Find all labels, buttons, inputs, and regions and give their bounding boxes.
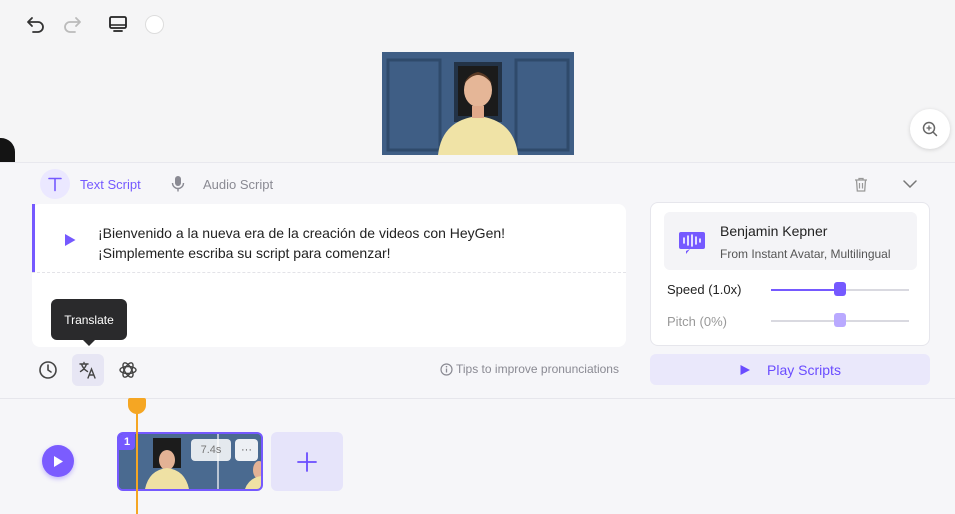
voice-selector[interactable]: Benjamin Kepner From Instant Avatar, Mul… (664, 212, 917, 270)
info-icon (440, 362, 453, 376)
text-icon (40, 169, 70, 199)
editor-divider (32, 272, 626, 273)
play-scripts-label: Play Scripts (767, 361, 841, 378)
video-preview[interactable] (382, 52, 574, 155)
redo-icon[interactable] (60, 12, 84, 36)
zoom-in-icon (922, 121, 938, 137)
speed-slider[interactable] (771, 282, 909, 296)
scene-clip[interactable]: 1 7.4s ··· (117, 432, 263, 491)
pitch-label: Pitch (0%) (667, 314, 727, 329)
clock-icon[interactable] (32, 354, 64, 386)
microphone-icon (163, 169, 193, 199)
active-line-indicator (32, 204, 35, 272)
timeline: 1 7.4s ··· (0, 398, 955, 514)
tab-label: Audio Script (203, 176, 274, 192)
avatar-preview-image (382, 52, 574, 155)
playhead-line (136, 405, 138, 514)
timeline-play-button[interactable] (42, 445, 74, 477)
voice-source: From Instant Avatar, Multilingual (720, 247, 891, 261)
play-icon (54, 455, 63, 467)
translate-tooltip: Translate (51, 299, 127, 346)
add-scene-button[interactable] (271, 432, 343, 491)
voice-name: Benjamin Kepner (720, 223, 828, 239)
script-text[interactable]: ¡Bienvenido a la nueva era de la creació… (98, 223, 618, 263)
play-icon (740, 364, 751, 375)
background-color-swatch[interactable] (142, 12, 166, 36)
tips-label: Tips to improve pronunciations (456, 362, 619, 376)
translate-icon[interactable] (72, 354, 104, 386)
voice-waveform-icon (678, 230, 706, 259)
pronunciation-tips-link[interactable]: Tips to improve pronunciations (440, 362, 619, 376)
canvas-area (0, 0, 955, 162)
voice-settings-card: Benjamin Kepner From Instant Avatar, Mul… (650, 202, 930, 346)
speed-slider-fill (771, 289, 840, 291)
monitor-icon[interactable] (106, 12, 130, 36)
speed-label: Speed (1.0x) (667, 282, 742, 297)
play-icon (65, 234, 76, 246)
play-scripts-button[interactable]: Play Scripts (650, 354, 930, 385)
trash-icon[interactable] (851, 174, 871, 194)
pitch-slider[interactable] (771, 313, 909, 327)
tab-audio-script[interactable]: Audio Script (163, 169, 273, 199)
ai-icon[interactable] (112, 354, 144, 386)
chevron-down-icon[interactable] (900, 174, 920, 194)
pitch-slider-thumb[interactable] (834, 313, 846, 327)
script-line: ¡Simplemente escriba su script para come… (98, 245, 391, 261)
plus-icon (297, 451, 317, 472)
zoom-in-button[interactable] (910, 109, 950, 149)
speed-slider-thumb[interactable] (834, 282, 846, 296)
tab-text-script[interactable]: Text Script (40, 169, 141, 199)
undo-icon[interactable] (24, 12, 48, 36)
clip-number: 1 (119, 434, 135, 450)
tab-label: Text Script (80, 176, 141, 192)
script-line: ¡Bienvenido a la nueva era de la creació… (98, 225, 506, 241)
play-line-button[interactable] (63, 233, 77, 252)
more-options-icon[interactable]: ··· (235, 439, 258, 461)
clip-duration: 7.4s (191, 439, 231, 461)
